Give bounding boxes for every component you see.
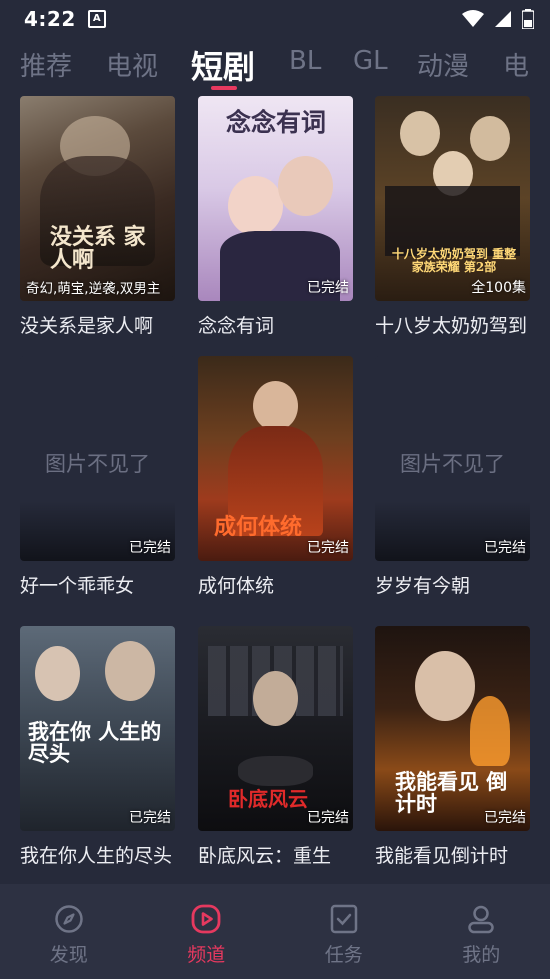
poster-art-title: 十八岁太奶奶驾到 重整家族荣耀 第2部 (391, 247, 517, 274)
nav-profile[interactable]: 我的 (413, 884, 550, 979)
tab-movie[interactable]: 电 (503, 46, 529, 83)
drama-card[interactable]: 我在你 人生的尽头 已完结 我在你人生的尽头 (20, 626, 175, 868)
nav-label: 任务 (324, 944, 363, 966)
accessibility-icon: A (87, 10, 106, 28)
poster-image[interactable]: 没关系 家人啊 奇幻,萌宝,逆袭,双男主 (20, 96, 175, 301)
nav-label: 频道 (187, 944, 226, 966)
drama-title[interactable]: 我在你人生的尽头 (20, 841, 175, 868)
nav-label: 发现 (49, 944, 88, 966)
task-check-icon (330, 904, 357, 934)
nav-tasks[interactable]: 任务 (275, 884, 413, 979)
wifi-icon (462, 10, 484, 27)
tab-anime[interactable]: 动漫 (417, 46, 469, 83)
drama-title[interactable]: 念念有词 (198, 311, 353, 338)
poster-art-title: 成何体统 (214, 514, 303, 540)
nav-channel[interactable]: 频道 (138, 884, 276, 979)
drama-title[interactable]: 成何体统 (198, 571, 353, 598)
status-tag: 已完结 (307, 280, 349, 296)
tab-gl[interactable]: GL (353, 46, 388, 76)
poster-image[interactable]: 十八岁太奶奶驾到 重整家族荣耀 第2部 全100集 (375, 96, 530, 301)
drama-title[interactable]: 我能看见倒计时 (375, 841, 530, 868)
status-tag: 已完结 (129, 810, 171, 826)
tab-short-drama[interactable]: 短剧 (191, 42, 255, 88)
drama-title[interactable]: 十八岁太奶奶驾到 (375, 311, 530, 338)
bottom-nav: 发现 频道 任务 我的 (0, 884, 550, 979)
drama-card[interactable]: 没关系 家人啊 奇幻,萌宝,逆袭,双男主 没关系是家人啊 (20, 96, 175, 338)
tab-tv[interactable]: 电视 (106, 46, 158, 83)
drama-title[interactable]: 岁岁有今朝 (375, 571, 530, 598)
image-missing-text: 图片不见了 (45, 452, 150, 476)
drama-title[interactable]: 没关系是家人啊 (20, 311, 175, 338)
tab-recommend[interactable]: 推荐 (20, 46, 72, 83)
episode-count-tag: 全100集 (471, 280, 526, 296)
poster-placeholder[interactable]: 图片不见了 已完结 (20, 356, 175, 561)
poster-placeholder[interactable]: 图片不见了 已完结 (375, 356, 530, 561)
poster-art-title: 我在你 人生的尽头 (28, 719, 162, 767)
drama-card[interactable]: 十八岁太奶奶驾到 重整家族荣耀 第2部 全100集 十八岁太奶奶驾到 (375, 96, 530, 338)
image-missing-text: 图片不见了 (400, 452, 505, 476)
poster-image[interactable]: 我在你 人生的尽头 已完结 (20, 626, 175, 831)
drama-card[interactable]: 图片不见了 已完结 好一个乖乖女 (20, 356, 175, 598)
drama-title[interactable]: 卧底风云：重生 (198, 841, 353, 868)
status-bar: 4:22 A (0, 0, 550, 38)
category-tabs: 推荐 电视 短剧 BL GL 动漫 电 (0, 40, 550, 92)
active-tab-indicator (211, 86, 237, 90)
drama-card[interactable]: 我能看见 倒计时 已完结 我能看见倒计时 (375, 626, 530, 868)
genre-tag: 奇幻,萌宝,逆袭,双男主 (26, 281, 161, 297)
nav-label: 我的 (462, 944, 501, 966)
compass-icon (55, 905, 83, 933)
status-time: 4:22 (24, 7, 76, 31)
poster-art-title: 念念有词 (225, 108, 326, 137)
poster-image[interactable]: 念念有词 已完结 (198, 96, 353, 301)
status-tag: 已完结 (484, 540, 526, 556)
signal-icon (495, 11, 511, 27)
status-tag: 已完结 (129, 540, 171, 556)
status-tag: 已完结 (484, 810, 526, 826)
nav-discover[interactable]: 发现 (0, 884, 138, 979)
status-tag: 已完结 (307, 810, 349, 826)
drama-card[interactable]: 卧底风云 已完结 卧底风云：重生 (198, 626, 353, 868)
drama-card[interactable]: 图片不见了 已完结 岁岁有今朝 (375, 356, 530, 598)
tab-bl[interactable]: BL (289, 46, 321, 76)
poster-image[interactable]: 卧底风云 已完结 (198, 626, 353, 831)
poster-art-title: 没关系 家人啊 (50, 224, 146, 274)
status-tag: 已完结 (307, 540, 349, 556)
drama-title[interactable]: 好一个乖乖女 (20, 571, 175, 598)
poster-image[interactable]: 我能看见 倒计时 已完结 (375, 626, 530, 831)
poster-image[interactable]: 成何体统 已完结 (198, 356, 353, 561)
battery-icon (522, 9, 534, 29)
drama-card[interactable]: 成何体统 已完结 成何体统 (198, 356, 353, 598)
user-icon (468, 905, 494, 934)
drama-card[interactable]: 念念有词 已完结 念念有词 (198, 96, 353, 338)
play-icon (191, 904, 221, 934)
